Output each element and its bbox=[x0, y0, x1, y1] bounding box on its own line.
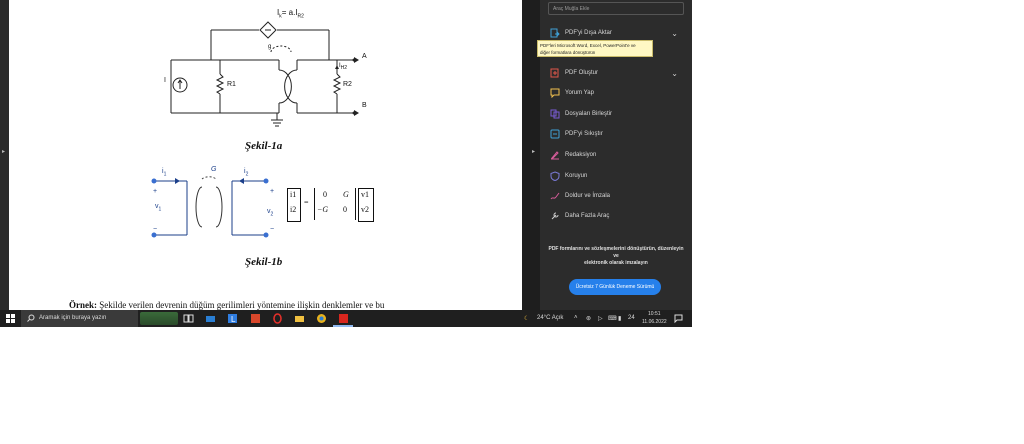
task-view-icon[interactable] bbox=[183, 313, 194, 324]
clock-date[interactable]: 11.06.2022 bbox=[642, 319, 667, 325]
tool-label: Doldur ve İmzala bbox=[565, 193, 611, 199]
battery-icon[interactable]: ▮ bbox=[618, 315, 621, 322]
redact-icon bbox=[550, 151, 559, 160]
matrix-a11: 0 bbox=[323, 190, 327, 199]
weather-moon-icon[interactable]: ☾ bbox=[524, 315, 529, 322]
tool-label: Dosyaları Birleştir bbox=[565, 111, 613, 117]
office-icon[interactable] bbox=[250, 313, 261, 324]
free-trial-button[interactable]: Ücretsiz 7 Günlük Deneme Sürümü bbox=[569, 279, 661, 295]
tool-label: Daha Fazla Araç bbox=[565, 213, 610, 219]
protect-icon bbox=[550, 171, 560, 181]
tool-search-input[interactable]: Araç Muğla Ekle bbox=[548, 2, 684, 15]
notification-count[interactable]: 24 bbox=[628, 315, 635, 321]
taskbar-search-box[interactable]: Aramak için buraya yazın bbox=[21, 310, 138, 327]
tool-more-tools[interactable]: Daha Fazla Araç bbox=[550, 209, 688, 223]
search-icon bbox=[27, 314, 35, 322]
dependent-source-label: Ik= a.IR2 bbox=[277, 8, 304, 20]
r1-label: R1 bbox=[227, 81, 236, 88]
plus-right: + bbox=[270, 188, 275, 195]
promo-text: PDF formlarını ve sözleşmelerini dönüştü… bbox=[548, 246, 684, 266]
tool-label: Redaksiyon bbox=[565, 152, 597, 158]
keyboard-icon[interactable]: ⌨ bbox=[608, 315, 617, 322]
comment-icon bbox=[550, 88, 560, 98]
collapse-arrow-icon[interactable]: ▸ bbox=[532, 148, 535, 155]
r2-label: R2 bbox=[343, 81, 352, 88]
tool-label: Koruyun bbox=[565, 173, 588, 179]
svg-text:L: L bbox=[231, 315, 236, 324]
app-l-icon[interactable]: L bbox=[227, 313, 238, 324]
matrix-lhs-1: i1 bbox=[290, 190, 297, 199]
tool-redact[interactable]: Redaksiyon bbox=[550, 148, 688, 162]
chevron-down-icon[interactable]: ⌄ bbox=[671, 29, 678, 38]
ih2-label: IH2 bbox=[339, 63, 348, 72]
windows-taskbar: Aramak için buraya yazın L ☾ 24°C Açık ˄… bbox=[0, 310, 692, 327]
v2-label: v2 bbox=[267, 208, 274, 218]
more-tools-icon bbox=[551, 212, 559, 220]
combine-files-icon bbox=[550, 109, 560, 119]
network-icon[interactable]: ⊛ bbox=[586, 315, 591, 322]
matrix-a12: G bbox=[343, 190, 349, 199]
terminal-b: B bbox=[362, 102, 367, 109]
export-pdf-icon bbox=[550, 28, 560, 38]
matrix-a22: 0 bbox=[343, 205, 347, 214]
compress-pdf-icon bbox=[550, 129, 560, 139]
windows-start-icon[interactable] bbox=[5, 313, 16, 324]
show-hidden-icons-icon[interactable]: ˄ bbox=[574, 315, 578, 321]
tool-combine-files[interactable]: Dosyaları Birleştir bbox=[550, 107, 688, 121]
chevron-down-icon[interactable]: ⌄ bbox=[671, 69, 678, 78]
tool-label: PDF'yi Sıkıştır bbox=[565, 131, 603, 137]
create-pdf-icon bbox=[550, 68, 559, 78]
chrome-icon[interactable] bbox=[316, 313, 327, 324]
left-gutter bbox=[0, 0, 9, 310]
mail-icon[interactable] bbox=[205, 313, 216, 324]
i1-label: i1 bbox=[162, 168, 167, 178]
r1-resistor-icon bbox=[215, 73, 225, 95]
taskbar-scenery-icon[interactable] bbox=[140, 312, 178, 325]
matrix-rhs-1: v1 bbox=[361, 190, 369, 199]
active-app-underline bbox=[333, 325, 353, 327]
screenshot: Ik= a.IR2 g I R1 R2 IH2 A B Şekil-1a i1 … bbox=[0, 0, 692, 327]
matrix-equation: i1 i2 = 0 G −G 0 v1 v2 bbox=[287, 188, 382, 222]
tool-label: PDF'yi Dışa Aktar bbox=[565, 30, 612, 36]
matrix-a21: −G bbox=[317, 205, 329, 214]
tool-export-pdf[interactable]: PDF'yi Dışa Aktar ⌄ bbox=[550, 26, 688, 40]
tool-compress-pdf[interactable]: PDF'yi Sıkıştır bbox=[550, 127, 688, 141]
acrobat-icon[interactable] bbox=[338, 313, 349, 324]
tooltip: PDF'leri Microsoft Word, Excel, PowerPoi… bbox=[537, 40, 653, 57]
matrix-rhs-2: v2 bbox=[361, 205, 369, 214]
tool-label: PDF Oluştur bbox=[565, 70, 599, 76]
tools-panel: Araç Muğla Ekle PDF'yi Dışa Aktar ⌄ PDF'… bbox=[537, 0, 692, 310]
bottom-paragraph: Örnek: Şekilde verilen devrenin düğüm ge… bbox=[69, 300, 385, 310]
opera-icon[interactable] bbox=[272, 313, 283, 324]
matrix-equals: = bbox=[304, 198, 309, 207]
volume-icon[interactable]: ▷ bbox=[598, 315, 603, 322]
gyrator-g-label: g bbox=[268, 44, 272, 50]
document-page[interactable]: Ik= a.IR2 g I R1 R2 IH2 A B Şekil-1a i1 … bbox=[9, 0, 522, 310]
fill-sign-icon bbox=[550, 192, 560, 200]
i2-label: i2 bbox=[244, 168, 249, 178]
file-explorer-icon[interactable] bbox=[294, 313, 305, 324]
figure-caption-1a: Şekil-1a bbox=[245, 140, 283, 152]
left-expand-arrow-icon[interactable]: ▸ bbox=[2, 148, 5, 155]
v1-label: v1 bbox=[155, 203, 162, 213]
r2-resistor-icon bbox=[332, 73, 342, 95]
minus-left: − bbox=[153, 226, 158, 233]
plus-left: + bbox=[153, 188, 158, 195]
tool-create-pdf[interactable]: PDF Oluştur ⌄ bbox=[550, 66, 688, 80]
tool-protect[interactable]: Koruyun bbox=[550, 169, 688, 183]
taskbar-search-text: Aramak için buraya yazın bbox=[39, 315, 107, 321]
terminal-a: A bbox=[362, 53, 367, 60]
tool-comment[interactable]: Yorum Yap bbox=[550, 86, 688, 100]
current-source-label: I bbox=[164, 77, 166, 84]
action-center-icon[interactable] bbox=[673, 313, 684, 324]
clock-time[interactable]: 10:51 bbox=[648, 311, 661, 317]
g-label: G bbox=[211, 166, 217, 173]
tool-fill-sign[interactable]: Doldur ve İmzala bbox=[550, 189, 688, 203]
matrix-lhs-2: i2 bbox=[290, 205, 297, 214]
weather-text[interactable]: 24°C Açık bbox=[537, 315, 563, 321]
figure-caption-1b: Şekil-1b bbox=[245, 256, 283, 268]
minus-right: − bbox=[270, 226, 275, 233]
tool-label: Yorum Yap bbox=[565, 90, 594, 96]
